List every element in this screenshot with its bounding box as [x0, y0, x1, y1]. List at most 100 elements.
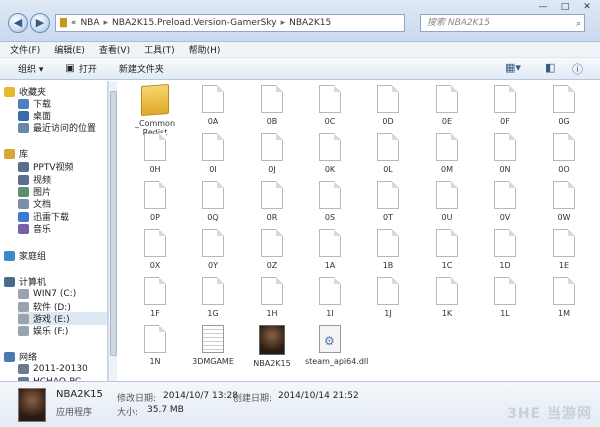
address-bar[interactable]: ▇ « NBA ▸ NBA2K15.Preload.Version-GamerS…: [55, 14, 405, 32]
file-item[interactable]: 0U: [422, 181, 472, 222]
file-name: 3DMGAME: [192, 357, 234, 366]
file-item[interactable]: 0Y: [188, 229, 238, 270]
help-icon[interactable]: ⓘ: [572, 61, 583, 77]
file-name: 1D: [499, 261, 511, 270]
sidebar-item[interactable]: 2011-20130: [18, 362, 107, 375]
file-item[interactable]: 3DMGAME: [188, 325, 238, 366]
file-item[interactable]: steam_api64.dll: [305, 325, 368, 366]
menu-edit[interactable]: 编辑(E): [54, 43, 85, 56]
sidebar-item[interactable]: 最近访问的位置: [18, 121, 107, 134]
file-item[interactable]: 0K: [305, 133, 355, 174]
file-item[interactable]: 1K: [422, 277, 472, 318]
minimize-button[interactable]: —: [532, 0, 554, 14]
blank-file-icon: [377, 181, 399, 209]
file-item[interactable]: 0H: [130, 133, 180, 174]
file-item[interactable]: 0S: [305, 181, 355, 222]
drive-icon: [18, 313, 29, 324]
sidebar-item[interactable]: 库: [4, 147, 107, 160]
file-item[interactable]: 0A: [188, 85, 238, 126]
blank-file-icon: [202, 85, 224, 113]
folder-item[interactable]: _Common Redist: [130, 84, 180, 137]
sidebar-item-label: 2011-20130: [33, 363, 88, 374]
file-item[interactable]: 1J: [363, 277, 413, 318]
file-item[interactable]: 1I: [305, 277, 355, 318]
file-item[interactable]: 1N: [130, 325, 180, 366]
search-input[interactable]: 搜索 NBA2K15 ⌕: [420, 14, 585, 32]
document-library-icon: [18, 198, 29, 209]
blank-file-icon: [436, 229, 458, 257]
file-item[interactable]: 0W: [539, 181, 589, 222]
file-item[interactable]: 1B: [363, 229, 413, 270]
file-item[interactable]: 0V: [480, 181, 530, 222]
file-item[interactable]: 0R: [247, 181, 297, 222]
sidebar-item[interactable]: 音乐: [18, 222, 107, 235]
file-item[interactable]: 0D: [363, 85, 413, 126]
sidebar-item[interactable]: WIN7 (C:): [18, 287, 107, 300]
file-item[interactable]: 0T: [363, 181, 413, 222]
maximize-button[interactable]: □: [554, 0, 576, 14]
new-folder-button[interactable]: 新建文件夹: [119, 62, 164, 75]
sidebar-item[interactable]: 文档: [18, 197, 107, 210]
file-item[interactable]: 0B: [247, 85, 297, 126]
view-options-icon[interactable]: ▦▾: [505, 61, 521, 74]
sidebar-item[interactable]: 家庭组: [4, 249, 107, 262]
file-item[interactable]: 0F: [480, 85, 530, 126]
file-item[interactable]: 1M: [539, 277, 589, 318]
file-item[interactable]: 1E: [539, 229, 589, 270]
file-item[interactable]: 0O: [539, 133, 589, 174]
menu-help[interactable]: 帮助(H): [189, 43, 221, 56]
nav-scrollbar[interactable]: [108, 81, 117, 381]
file-item[interactable]: 0G: [539, 85, 589, 126]
blank-file-icon: [436, 85, 458, 113]
menu-bar: 文件(F) 编辑(E) 查看(V) 工具(T) 帮助(H): [0, 42, 600, 58]
file-name: 1C: [441, 261, 453, 270]
chevron-right-icon[interactable]: ▸: [104, 18, 109, 28]
file-item[interactable]: 0N: [480, 133, 530, 174]
file-item[interactable]: 0L: [363, 133, 413, 174]
search-icon[interactable]: ⌕: [576, 16, 581, 32]
open-button[interactable]: ▣ 打开: [65, 62, 96, 75]
file-item[interactable]: 1G: [188, 277, 238, 318]
download-folder-icon: [18, 98, 29, 109]
file-name: 1M: [558, 309, 570, 318]
file-item[interactable]: 0C: [305, 85, 355, 126]
file-item[interactable]: 0Z: [247, 229, 297, 270]
file-item[interactable]: 0J: [247, 133, 297, 174]
organize-button[interactable]: 组织 ▾: [18, 62, 43, 75]
sidebar-item[interactable]: PPTV视频: [18, 160, 107, 173]
file-item[interactable]: 0I: [188, 133, 238, 174]
file-item[interactable]: NBA2K15: [247, 325, 297, 368]
address-segment[interactable]: NBA: [80, 18, 99, 28]
file-item[interactable]: 0M: [422, 133, 472, 174]
file-item[interactable]: 1D: [480, 229, 530, 270]
file-item[interactable]: 0E: [422, 85, 472, 126]
file-item[interactable]: 1H: [247, 277, 297, 318]
file-item[interactable]: 1L: [480, 277, 530, 318]
back-button[interactable]: ◀: [8, 13, 28, 33]
file-item[interactable]: 0P: [130, 181, 180, 222]
address-segment[interactable]: NBA2K15: [289, 18, 331, 28]
file-item[interactable]: 0Q: [188, 181, 238, 222]
sidebar-item[interactable]: 娱乐 (F:): [18, 324, 107, 337]
address-segment[interactable]: «: [71, 18, 77, 28]
organize-label: 组织 ▾: [18, 65, 44, 75]
blank-file-icon: [202, 229, 224, 257]
file-item[interactable]: 0X: [130, 229, 180, 270]
dll-file-icon: [319, 325, 341, 353]
address-segment[interactable]: NBA2K15.Preload.Version-GamerSky: [112, 18, 277, 28]
file-name: 0R: [266, 213, 278, 222]
scrollbar-thumb[interactable]: [110, 91, 117, 356]
file-item[interactable]: 1A: [305, 229, 355, 270]
file-item[interactable]: 1C: [422, 229, 472, 270]
preview-pane-icon[interactable]: ◧: [545, 61, 555, 74]
menu-view[interactable]: 查看(V): [99, 43, 130, 56]
file-list: _Common Redist 0A 0B 0C 0D 0E 0F 0G 0H 0I 0J 0K 0L 0M…: [118, 81, 600, 381]
menu-tools[interactable]: 工具(T): [144, 43, 175, 56]
file-item[interactable]: 1F: [130, 277, 180, 318]
close-button[interactable]: ✕: [576, 0, 598, 14]
file-name: 1A: [324, 261, 336, 270]
forward-button[interactable]: ▶: [30, 13, 50, 33]
blank-file-icon: [319, 85, 341, 113]
chevron-right-icon[interactable]: ▸: [281, 18, 286, 28]
menu-file[interactable]: 文件(F): [10, 43, 40, 56]
